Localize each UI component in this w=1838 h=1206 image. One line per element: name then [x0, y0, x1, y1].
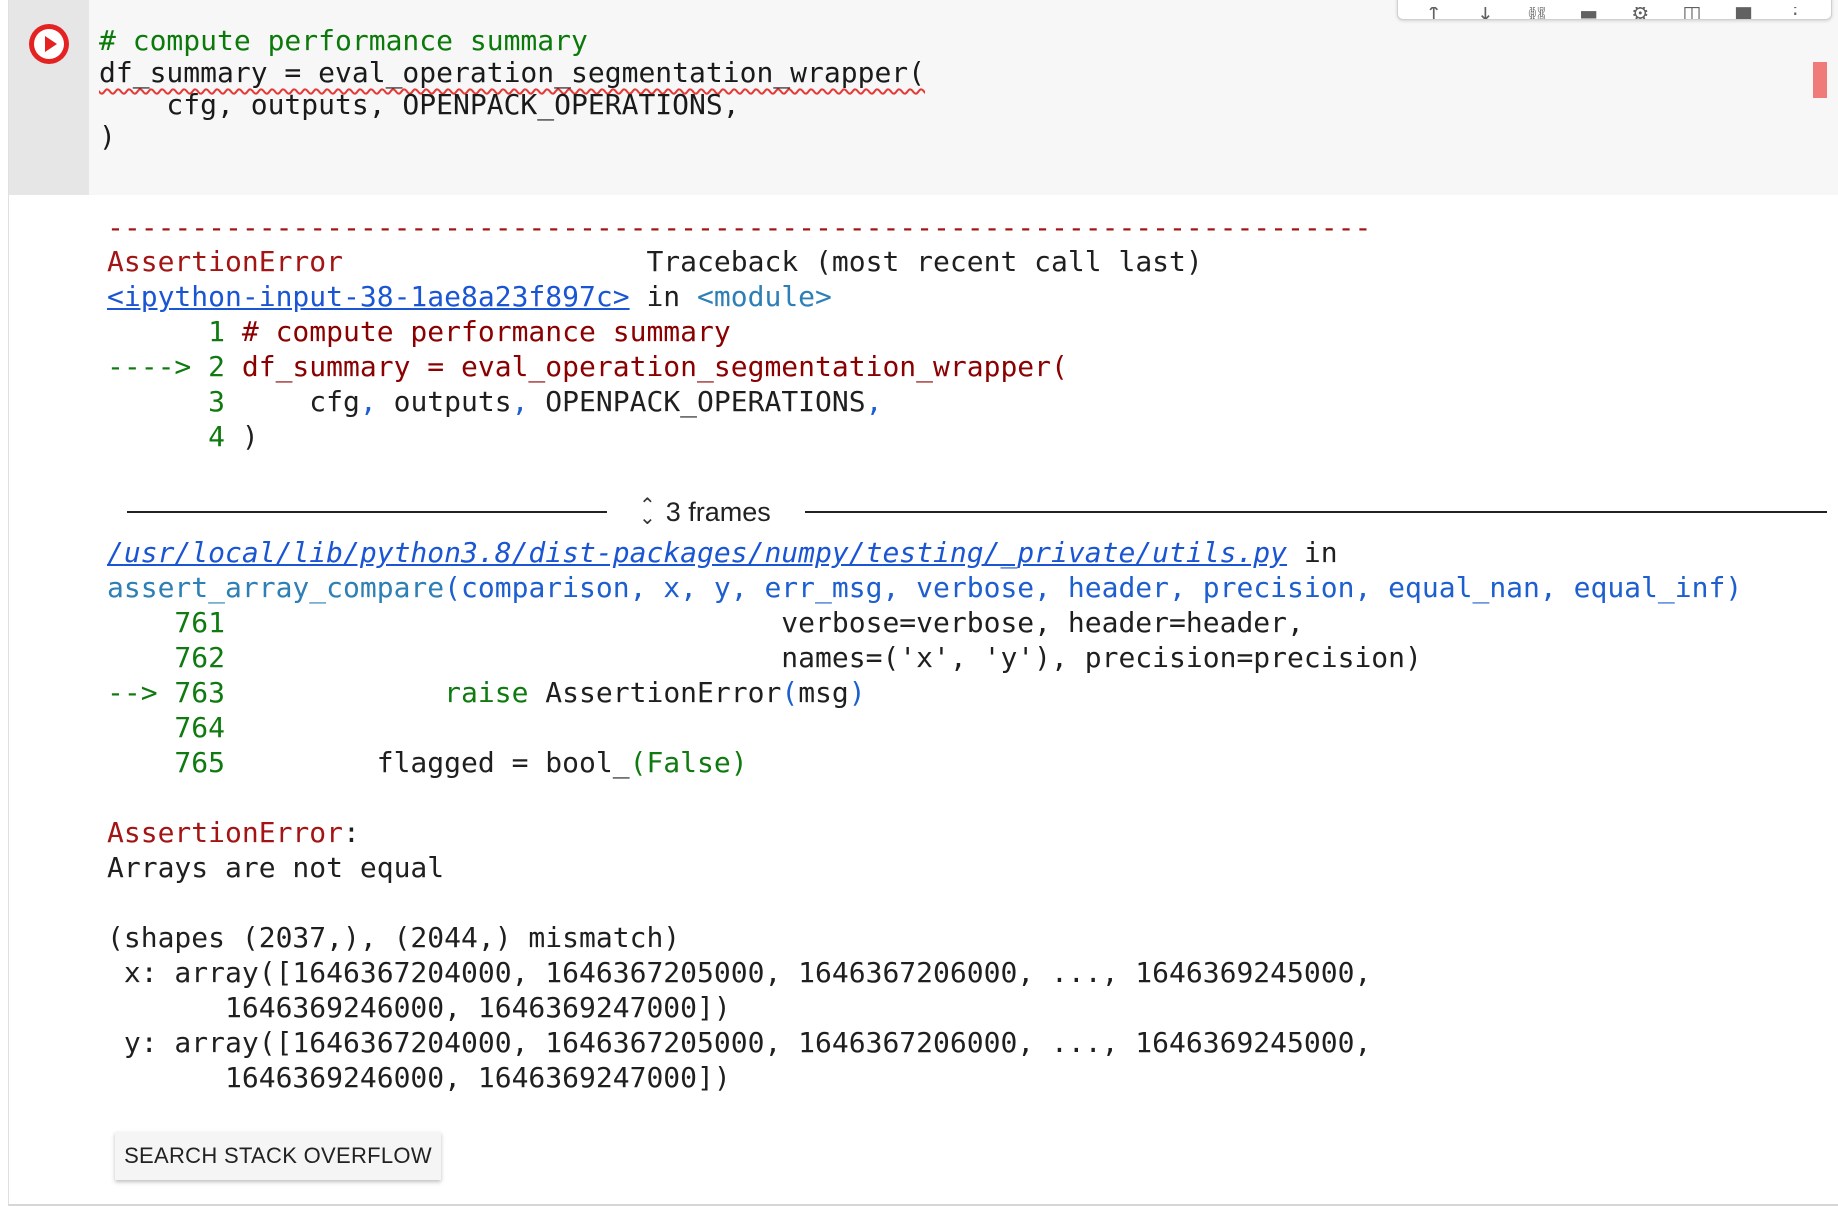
error-message-1: Arrays are not equal [107, 851, 445, 884]
final-error: AssertionError: [107, 815, 360, 850]
frame-1-line-2: ----> 2 df_summary = eval_operation_segm… [107, 349, 1068, 384]
code-text: outputs [376, 385, 512, 418]
frame-1-link[interactable]: <ipython-input-38-1ae8a23f897c> [107, 280, 630, 313]
error-message-4: 1646369246000, 1646369247000]) [107, 991, 731, 1024]
code-text: AssertionError [528, 676, 782, 709]
frame-2-line-761: 761 verbose=verbose, header=header, [107, 605, 1304, 640]
code-text: OPENPACK_OPERATIONS [528, 385, 866, 418]
code-line-2-text: df_summary = eval_operation_segmentation… [99, 56, 926, 89]
collapsed-frames: ⌃ ⌄ 3 frames [127, 494, 1827, 530]
error-scroll-marker [1813, 62, 1827, 98]
frame-2-signature: assert_array_compare(comparison, x, y, e… [107, 570, 1742, 605]
function-signature: (comparison, x, y, err_msg, verbose, hea… [444, 571, 1743, 604]
frame-1-line-1: 1 # compute performance summary [107, 314, 731, 349]
frame-2-line-762: 762 names=('x', 'y'), precision=precisio… [107, 640, 1422, 675]
code-line-3[interactable]: cfg, outputs, OPENPACK_OPERATIONS, [99, 86, 739, 124]
frame-2-header: /usr/local/lib/python3.8/dist-packages/n… [107, 535, 1338, 570]
line-number: 764 [107, 711, 242, 744]
frame-1-module: <module> [697, 280, 832, 313]
mirror-cell-icon[interactable]: ◫ [1679, 7, 1705, 19]
frame-2-link[interactable]: /usr/local/lib/python3.8/dist-packages/n… [107, 536, 1287, 569]
code-cell: # compute performance summary df_summary… [8, 0, 1838, 1206]
colon: : [343, 816, 360, 849]
error-type: AssertionError [107, 245, 344, 278]
code-punct: , [359, 385, 377, 418]
divider [127, 511, 607, 513]
keyword: raise [444, 676, 529, 709]
link-icon[interactable]: ⛓ [1524, 7, 1550, 19]
code-text: df_summary = eval_operation_segmentation… [241, 350, 1068, 383]
code-text: flagged = bool_ [241, 746, 630, 779]
line-arrow: --> 763 [107, 676, 242, 709]
line-number: 761 [107, 606, 242, 639]
traceback-label: Traceback (most recent call last) [646, 245, 1203, 278]
code-punct: ) [848, 676, 866, 709]
error-message-2: (shapes (2037,), (2044,) mismatch) [107, 921, 681, 954]
cell-toolbar: ↑ ↓ ⛓ ▬ ⚙ ◫ ■ ⋮ [1397, 0, 1832, 20]
error-message-5: y: array([1646367204000, 1646367205000, … [107, 1026, 1372, 1059]
line-number: 3 [107, 385, 242, 418]
settings-icon[interactable]: ⚙ [1627, 7, 1653, 19]
line-number: 762 [107, 641, 242, 674]
traceback-dashes: ----------------------------------------… [107, 211, 1372, 244]
code-text: cfg [241, 385, 360, 418]
comment-icon[interactable]: ▬ [1576, 7, 1602, 19]
frame-2-in: in [1287, 536, 1338, 569]
function-name: assert_array_compare [107, 571, 445, 604]
frame-1-line-3: 3 cfg, outputs, OPENPACK_OPERATIONS, [107, 384, 882, 419]
error-message-6: 1646369246000, 1646369247000]) [107, 1061, 731, 1094]
play-icon [34, 29, 64, 59]
frame-1-in: in [629, 280, 698, 313]
error-message-3: x: array([1646367204000, 1646367205000, … [107, 956, 1372, 989]
frames-toggle[interactable]: ⌃ ⌄ 3 frames [639, 494, 771, 530]
divider [805, 511, 1827, 513]
code-line-4[interactable]: ) [99, 118, 116, 156]
run-cell-button[interactable] [29, 24, 69, 64]
line-arrow: ----> 2 [107, 350, 242, 383]
traceback-header: AssertionError Traceback (most recent ca… [107, 244, 1203, 279]
line-number: 765 [107, 746, 242, 779]
code-text: msg [798, 676, 849, 709]
frame-1-line-4: 4 ) [107, 419, 259, 454]
delete-icon[interactable]: ■ [1731, 7, 1757, 19]
code-text: # compute performance summary [241, 315, 731, 348]
expand-collapse-icon: ⌃ ⌄ [639, 495, 656, 529]
frame-1-header: <ipython-input-38-1ae8a23f897c> in <modu… [107, 279, 832, 314]
code-text: (False) [629, 746, 748, 779]
code-punct: , [511, 385, 529, 418]
frame-2-line-765: 765 flagged = bool_(False) [107, 745, 748, 780]
code-text: verbose=verbose, header=header, [241, 606, 1304, 639]
arrow-down-icon[interactable]: ↓ [1472, 7, 1498, 19]
frame-2-line-763: --> 763 raise AssertionError(msg) [107, 675, 866, 710]
cell-input-area[interactable]: # compute performance summary df_summary… [9, 0, 1838, 195]
code-text: names=('x', 'y'), precision=precision) [241, 641, 1422, 674]
arrow-up-icon[interactable]: ↑ [1421, 7, 1447, 19]
line-number: 1 [107, 315, 242, 348]
frames-label: 3 frames [665, 496, 771, 527]
search-stack-overflow-button[interactable]: SEARCH STACK OVERFLOW [115, 1132, 441, 1180]
frame-2-line-764: 764 [107, 710, 242, 745]
more-icon[interactable]: ⋮ [1782, 7, 1808, 19]
error-type: AssertionError [107, 816, 344, 849]
code-text: ) [241, 420, 259, 453]
line-number: 4 [107, 420, 242, 453]
code-punct: ( [781, 676, 799, 709]
code-punct: , [865, 385, 883, 418]
